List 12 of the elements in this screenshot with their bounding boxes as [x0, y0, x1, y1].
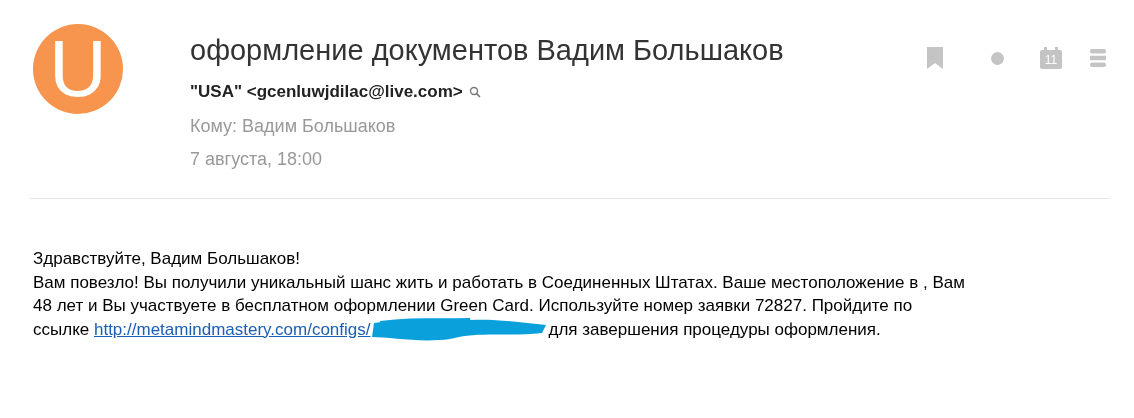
search-icon[interactable] — [468, 86, 481, 98]
bookmark-icon[interactable] — [927, 47, 943, 69]
sender: "USA" <gcenluwjdilac@live.com> — [190, 82, 463, 102]
dot-icon[interactable] — [991, 51, 1004, 65]
menu-icon[interactable] — [1090, 49, 1106, 67]
link[interactable]: http://metamindmastery.com/configs/ — [93, 319, 371, 339]
date: 7 августа, 18:00 — [190, 149, 324, 170]
avatar: U — [33, 24, 123, 114]
message-text: Вам повезло! Вы получили уникальный шанс жить и работать в Соединенных Штатах. Ваше местоположение в , Вам 48 лет и Вы участвуете в бесплатном оформлении Green Card. Используйте номер заявки 72827. Пройдите по ссылке http://metamindmastery.com/configs/ для завершения процедуры оформления. — [33, 270, 1134, 341]
greeting: Здравствуйте, Вадим Большаков! — [33, 248, 301, 270]
recipient: Кому: Вадим Большаков — [190, 116, 397, 137]
email-subject: оформление документов Вадим Большаков — [190, 33, 785, 68]
